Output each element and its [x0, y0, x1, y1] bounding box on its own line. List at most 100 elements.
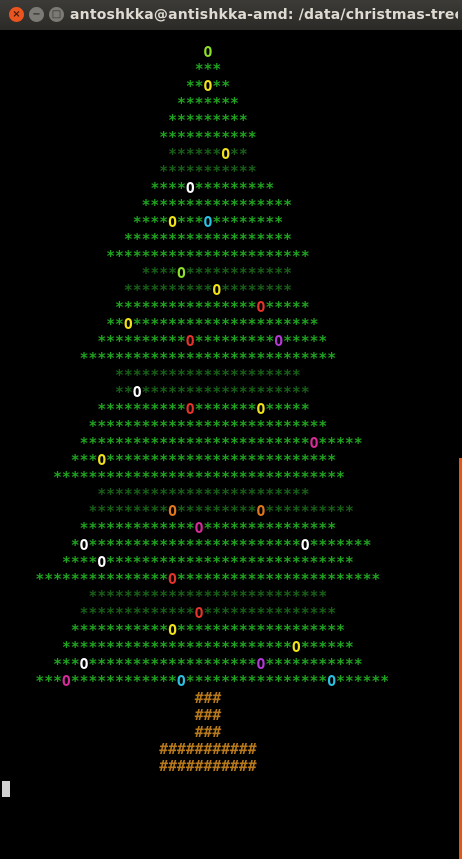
terminal-line: ******O** [168, 146, 248, 163]
tree-needles: *** [35, 673, 62, 690]
tree-needles: ******************* [141, 384, 310, 401]
terminal-line: ### [195, 724, 222, 741]
tree-needles: *********** [159, 129, 257, 146]
tree-needles: ********* [194, 180, 275, 197]
tree-needles: ******************* [123, 231, 292, 248]
maximize-window-button[interactable]: □ [49, 7, 64, 22]
tree-needles: ************* [79, 520, 195, 537]
tree-trunk: ### [194, 690, 222, 707]
tree-needles: ****** [300, 639, 354, 656]
terminal-line: *********************** [106, 248, 309, 265]
terminal-line: *********** [159, 129, 256, 146]
terminal-line: ******* [177, 95, 239, 112]
tree-needles: ** [106, 316, 124, 333]
tree-needles: ********************* [132, 316, 319, 333]
tree-needles: ********************* [115, 367, 301, 384]
ornament: O [97, 452, 107, 469]
terminal-line: *** [195, 61, 222, 78]
close-window-button[interactable]: × [9, 7, 24, 22]
window-titlebar[interactable]: × − □ antoshkka@antishkka-amd: /data/chr… [0, 0, 462, 30]
ornament: O [61, 673, 71, 690]
tree-needles: ******************* [88, 656, 257, 673]
tree-needles: ** [230, 146, 248, 163]
ornament: O [185, 333, 195, 350]
minimize-window-button[interactable]: − [29, 7, 44, 22]
ornament: O [221, 146, 231, 163]
tree-needles: ************* [79, 605, 195, 622]
tree-needles: ************************ [97, 486, 310, 503]
tree-needles: *********************** [106, 248, 310, 265]
tree-needles: ************************** [79, 435, 310, 452]
terminal-line: O [204, 44, 213, 61]
tree-needles: *** [53, 656, 80, 673]
ornament: O [203, 44, 213, 61]
terminal-output[interactable]: O *** **O** ******* ********* *********** ****… [0, 30, 462, 859]
tree-needles: *************** [203, 605, 337, 622]
terminal-line: *************************** [89, 418, 328, 435]
terminal-line: ****O********* [150, 180, 274, 197]
terminal-line: *************O*************** [80, 520, 336, 537]
ornament: O [300, 537, 310, 554]
terminal-line: **O******************* [115, 384, 310, 401]
tree-trunk: ########### [159, 758, 257, 775]
terminal-line: ****************O***** [115, 299, 310, 316]
tree-needles: ***** [265, 299, 310, 316]
terminal-line: *O************************O******* [71, 537, 372, 554]
terminal-line: ************************ [97, 486, 309, 503]
tree-needles: ************ [70, 673, 177, 690]
tree-needles: *** [176, 214, 204, 231]
tree-needles: **************** [185, 673, 328, 690]
ornament: O [176, 265, 186, 282]
terminal-line: ########### [159, 758, 256, 775]
tree-needles: ******************* [176, 622, 345, 639]
ornament: O [274, 333, 284, 350]
tree-needles: ********* [194, 333, 275, 350]
ornament: O [168, 503, 177, 520]
tree-needles: **** [141, 265, 177, 282]
terminal-line: **************************O****** [62, 639, 354, 656]
tree-needles: *********** [265, 656, 363, 673]
terminal-line: **********O******** [124, 282, 292, 299]
terminal-line: ****O**************************** [62, 554, 354, 571]
tree-needles: ******* [309, 537, 372, 554]
terminal-line: **O********************* [106, 316, 318, 333]
terminal-line: **************************O***** [80, 435, 363, 452]
terminal-cursor [2, 781, 10, 797]
tree-needles: ******** [212, 214, 284, 231]
tree-needles: ********* [88, 503, 169, 520]
terminal-line: ########### [159, 741, 256, 758]
tree-needles: ************ [185, 265, 292, 282]
tree-needles: ************************ [88, 537, 301, 554]
tree-needles: **************************** [106, 554, 354, 571]
tree-needles: **** [132, 214, 169, 231]
tree-needles: ********* [176, 503, 257, 520]
tree-needles: ***************************** [79, 350, 337, 367]
tree-needles: *********************** [176, 571, 381, 588]
terminal-line: ****O***O******** [133, 214, 283, 231]
tree-needles: *************************** [88, 418, 328, 435]
tree-needles: ************************** [106, 452, 337, 469]
ornament: O [327, 673, 337, 690]
tree-trunk: ########### [159, 741, 257, 758]
tree-needles: ********** [97, 401, 186, 418]
terminal-line: ********* [168, 112, 248, 129]
ornament: O [185, 180, 195, 197]
tree-needles: ***** [265, 401, 310, 418]
tree-needles: ** [185, 78, 204, 95]
tree-needles: **** [61, 554, 98, 571]
tree-needles: *********** [70, 622, 169, 639]
ornament: O [123, 316, 133, 333]
ornament: O [168, 214, 177, 231]
tree-needles: ********** [265, 503, 354, 520]
terminal-line: ### [195, 690, 222, 707]
tree-needles: *************** [203, 520, 337, 537]
terminal-line: ***O*******************O*********** [53, 656, 363, 673]
window-title: antoshkka@antishkka-amd: /data/christmas… [70, 7, 458, 23]
terminal-line: **********O*******O***** [97, 401, 309, 418]
tree-needles: *************************** [88, 588, 328, 605]
terminal-line: **********O*********O***** [97, 333, 327, 350]
ornament: O [185, 401, 195, 418]
ornament: O [176, 673, 186, 690]
ornament: O [132, 384, 142, 401]
terminal-line: ***O************************** [71, 452, 336, 469]
